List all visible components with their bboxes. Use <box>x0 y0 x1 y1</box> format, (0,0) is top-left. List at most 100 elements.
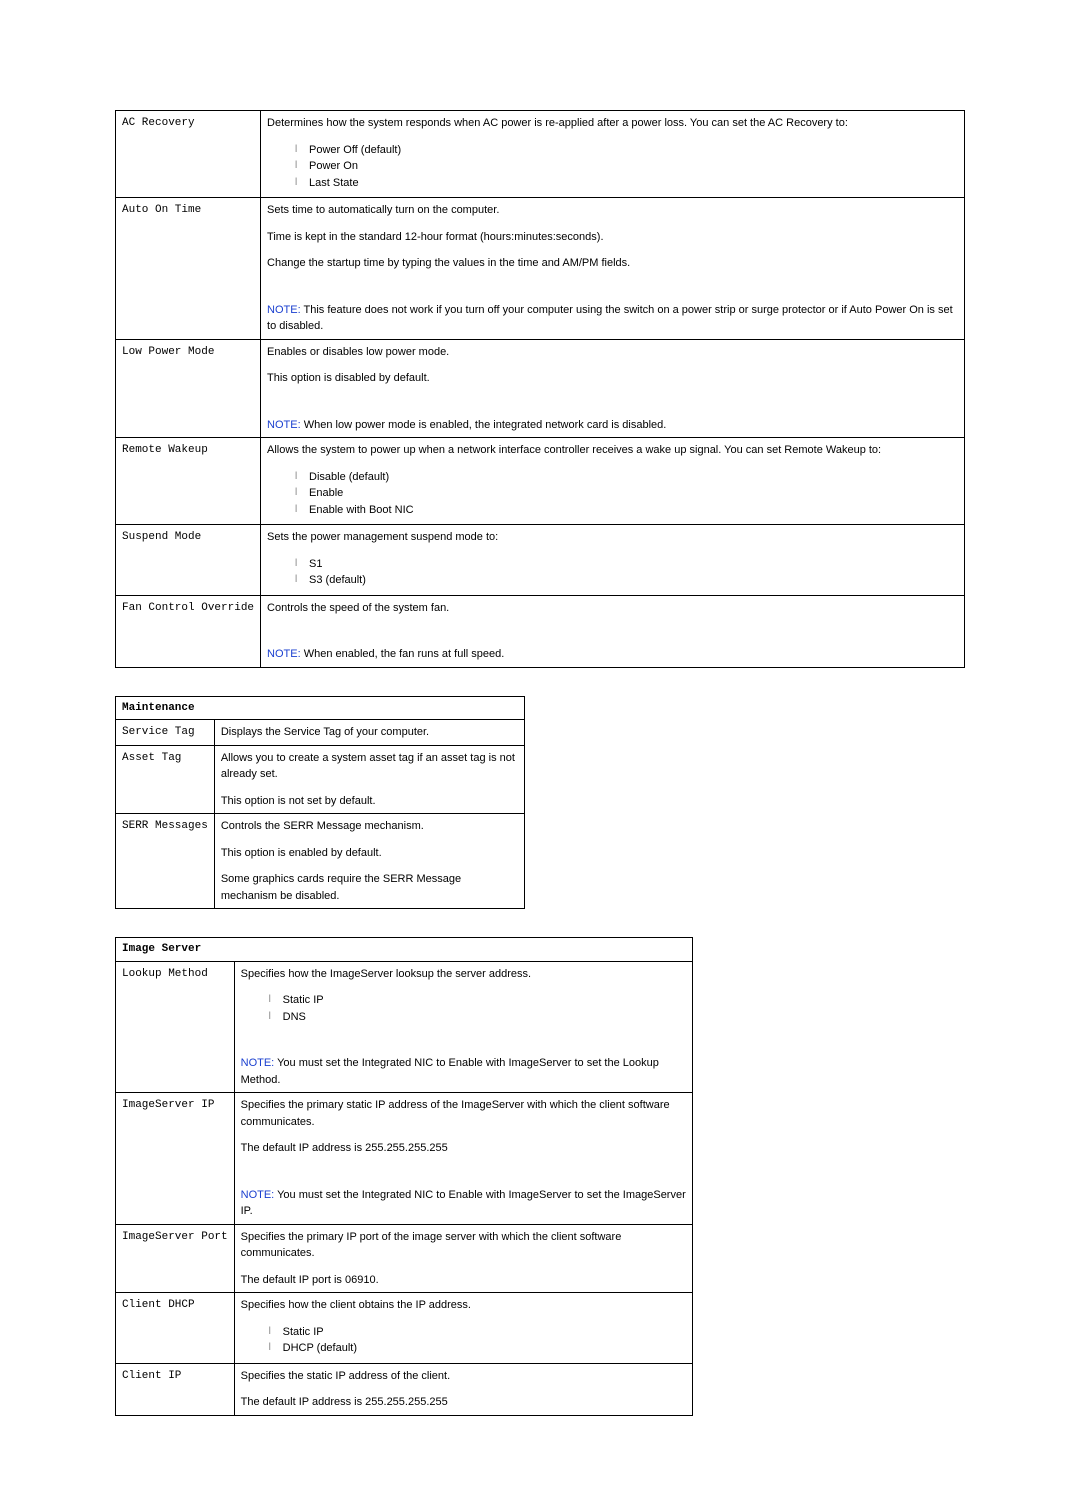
table-row: Client DHCP Specifies how the client obt… <box>116 1293 693 1364</box>
table-row: SERR Messages Controls the SERR Message … <box>116 814 525 909</box>
option-item: S3 (default) <box>295 572 958 589</box>
power-settings-table: AC Recovery Determines how the system re… <box>115 110 965 668</box>
row-label: SERR Messages <box>116 814 215 909</box>
maintenance-table: Maintenance Service Tag Displays the Ser… <box>115 696 525 910</box>
row-label: Suspend Mode <box>116 525 261 596</box>
row-label: Fan Control Override <box>116 595 261 667</box>
desc-text: Controls the speed of the system fan. <box>267 600 958 617</box>
row-label: Client IP <box>116 1363 235 1415</box>
section-header-row: Image Server <box>116 938 693 962</box>
row-label: Client DHCP <box>116 1293 235 1364</box>
row-desc: Specifies the static IP address of the c… <box>234 1363 692 1415</box>
desc-text: This option is enabled by default. <box>221 845 518 862</box>
desc-text: Sets the power management suspend mode t… <box>267 529 958 546</box>
option-item: Enable <box>295 485 958 502</box>
option-item: Static IP <box>269 1324 686 1341</box>
row-label: ImageServer Port <box>116 1224 235 1293</box>
note-label: NOTE: <box>267 648 301 660</box>
note-text: When low power mode is enabled, the inte… <box>304 419 667 431</box>
row-label: Auto On Time <box>116 198 261 340</box>
row-label: Asset Tag <box>116 745 215 814</box>
note-text: When enabled, the fan runs at full speed… <box>304 648 505 660</box>
table-row: Client IP Specifies the static IP addres… <box>116 1363 693 1415</box>
desc-text: Allows the system to power up when a net… <box>267 442 958 459</box>
option-item: S1 <box>295 556 958 573</box>
note-block: NOTE: When low power mode is enabled, th… <box>267 417 958 434</box>
option-item: DHCP (default) <box>269 1340 686 1357</box>
desc-text: The default IP address is 255.255.255.25… <box>241 1394 686 1411</box>
desc-text: Determines how the system responds when … <box>267 115 958 132</box>
note-block: NOTE: When enabled, the fan runs at full… <box>267 646 958 663</box>
row-desc: Controls the speed of the system fan. NO… <box>261 595 965 667</box>
table-row: Auto On Time Sets time to automatically … <box>116 198 965 340</box>
row-desc: Displays the Service Tag of your compute… <box>214 720 524 746</box>
option-list: Disable (default) Enable Enable with Boo… <box>267 469 958 519</box>
table-row: Suspend Mode Sets the power management s… <box>116 525 965 596</box>
row-label: Remote Wakeup <box>116 438 261 525</box>
desc-text: Controls the SERR Message mechanism. <box>221 818 518 835</box>
note-text: You must set the Integrated NIC to Enabl… <box>241 1057 659 1086</box>
desc-text: The default IP address is 255.255.255.25… <box>241 1140 686 1157</box>
row-desc: Allows the system to power up when a net… <box>261 438 965 525</box>
row-desc: Controls the SERR Message mechanism. Thi… <box>214 814 524 909</box>
note-block: NOTE: You must set the Integrated NIC to… <box>241 1055 686 1088</box>
row-label: ImageServer IP <box>116 1093 235 1225</box>
note-label: NOTE: <box>241 1189 275 1201</box>
option-item: Static IP <box>269 992 686 1009</box>
note-text: This feature does not work if you turn o… <box>267 304 953 333</box>
note-label: NOTE: <box>267 419 301 431</box>
option-item: DNS <box>269 1009 686 1026</box>
note-text: You must set the Integrated NIC to Enabl… <box>241 1189 686 1218</box>
desc-text: The default IP port is 06910. <box>241 1272 686 1289</box>
row-label: AC Recovery <box>116 111 261 198</box>
section-header-row: Maintenance <box>116 696 525 720</box>
row-desc: Enables or disables low power mode. This… <box>261 339 965 438</box>
desc-text: Specifies the primary static IP address … <box>241 1097 686 1130</box>
table-row: Lookup Method Specifies how the ImageSer… <box>116 961 693 1093</box>
option-list: Static IP DHCP (default) <box>241 1324 686 1357</box>
desc-text: This option is not set by default. <box>221 793 518 810</box>
row-label: Lookup Method <box>116 961 235 1093</box>
row-desc: Determines how the system responds when … <box>261 111 965 198</box>
row-desc: Sets time to automatically turn on the c… <box>261 198 965 340</box>
desc-text: Change the startup time by typing the va… <box>267 255 958 272</box>
option-item: Enable with Boot NIC <box>295 502 958 519</box>
row-desc: Specifies how the ImageServer looksup th… <box>234 961 692 1093</box>
row-desc: Sets the power management suspend mode t… <box>261 525 965 596</box>
option-list: Static IP DNS <box>241 992 686 1025</box>
note-label: NOTE: <box>267 304 301 316</box>
option-item: Disable (default) <box>295 469 958 486</box>
section-header: Image Server <box>116 938 693 962</box>
row-desc: Specifies the primary static IP address … <box>234 1093 692 1225</box>
table-row: Remote Wakeup Allows the system to power… <box>116 438 965 525</box>
option-list: Power Off (default) Power On Last State <box>267 142 958 192</box>
desc-text: Specifies how the ImageServer looksup th… <box>241 966 686 983</box>
option-item: Last State <box>295 175 958 192</box>
section-header: Maintenance <box>116 696 525 720</box>
table-row: AC Recovery Determines how the system re… <box>116 111 965 198</box>
note-label: NOTE: <box>241 1057 275 1069</box>
note-block: NOTE: This feature does not work if you … <box>267 302 958 335</box>
table-row: ImageServer IP Specifies the primary sta… <box>116 1093 693 1225</box>
option-item: Power Off (default) <box>295 142 958 159</box>
desc-text: Enables or disables low power mode. <box>267 344 958 361</box>
table-row: Asset Tag Allows you to create a system … <box>116 745 525 814</box>
note-block: NOTE: You must set the Integrated NIC to… <box>241 1187 686 1220</box>
desc-text: Specifies the primary IP port of the ima… <box>241 1229 686 1262</box>
row-label: Low Power Mode <box>116 339 261 438</box>
desc-text: Allows you to create a system asset tag … <box>221 750 518 783</box>
table-row: Service Tag Displays the Service Tag of … <box>116 720 525 746</box>
desc-text: Some graphics cards require the SERR Mes… <box>221 871 518 904</box>
option-list: S1 S3 (default) <box>267 556 958 589</box>
desc-text: Time is kept in the standard 12-hour for… <box>267 229 958 246</box>
option-item: Power On <box>295 158 958 175</box>
table-row: Low Power Mode Enables or disables low p… <box>116 339 965 438</box>
desc-text: This option is disabled by default. <box>267 370 958 387</box>
row-desc: Specifies how the client obtains the IP … <box>234 1293 692 1364</box>
desc-text: Specifies how the client obtains the IP … <box>241 1297 686 1314</box>
desc-text: Specifies the static IP address of the c… <box>241 1368 686 1385</box>
table-row: ImageServer Port Specifies the primary I… <box>116 1224 693 1293</box>
image-server-table: Image Server Lookup Method Specifies how… <box>115 937 693 1416</box>
row-desc: Allows you to create a system asset tag … <box>214 745 524 814</box>
desc-text: Sets time to automatically turn on the c… <box>267 202 958 219</box>
